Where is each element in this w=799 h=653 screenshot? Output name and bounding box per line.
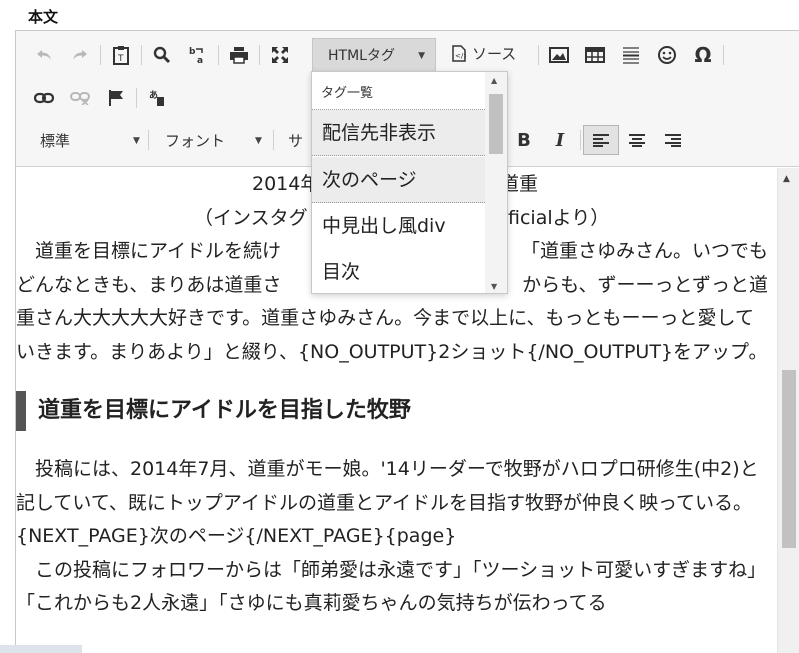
toolbar-separator (100, 45, 101, 65)
dropdown-item[interactable]: 中見出し風div (312, 203, 487, 249)
scroll-up-icon[interactable]: ▲ (491, 76, 497, 85)
anchor-flag-icon[interactable] (98, 83, 134, 113)
table-icon[interactable] (577, 40, 613, 70)
chevron-down-icon: ▼ (133, 136, 140, 146)
italic-icon[interactable]: I (542, 125, 578, 155)
dropdown-scrollbar[interactable]: ▲ ▼ (485, 72, 507, 293)
toolbar-separator (273, 130, 274, 150)
toolbar-separator (259, 45, 260, 65)
toolbar-row-2: あ (26, 81, 175, 115)
paragraph-text: 道重を目標にアイドルを続け (16, 240, 282, 262)
svg-text:</>: </> (455, 52, 466, 60)
paragraph-1-rest: 重さん大大大大大好きです。道重さゆみさん。今まで以上に、もっともーーっと愛してい… (16, 307, 768, 363)
dropdown-item[interactable]: 配信先非表示 (312, 110, 487, 156)
toolbar-separator (148, 130, 149, 150)
toolbar-row-3-right: B I (506, 123, 691, 157)
toolbar-separator (218, 45, 219, 65)
smiley-icon[interactable] (649, 40, 685, 70)
format-select[interactable]: 標準 ▼ (26, 125, 146, 155)
align-left-icon[interactable] (583, 125, 619, 155)
source-document-icon: </> (452, 44, 466, 62)
chevron-down-icon: ▼ (255, 136, 262, 146)
print-icon[interactable] (221, 40, 257, 70)
paragraph-text: どんなときも、まりあは道重さ (16, 273, 282, 296)
align-center-icon[interactable] (619, 125, 655, 155)
paragraph-text: からも、ずーーっとずっと道 (522, 273, 768, 296)
link-icon[interactable] (26, 83, 62, 113)
svg-text:a: a (197, 56, 203, 65)
bold-icon[interactable]: B (506, 125, 542, 155)
dropdown-item[interactable]: 目次 (312, 249, 487, 293)
maximize-icon[interactable] (262, 40, 298, 70)
format-select-label: 標準 (40, 131, 71, 150)
svg-text:あ: あ (149, 90, 158, 101)
source-label: ソース (472, 44, 517, 63)
paragraph-3: この投稿にフォロワーからは「師弟愛は永遠です」「ツーショット可愛いすぎますね」「… (16, 558, 767, 615)
caption-text-right: ficialより） (508, 206, 610, 229)
toolbar-row-3: 標準 ▼ フォント ▼ サ (26, 123, 316, 157)
paragraph-2: 投稿には、2014年7月、道重がモー娘。'14リーダーで牧野がハロプロ研修生(中… (16, 458, 759, 547)
source-button[interactable]: </> ソース (452, 38, 516, 68)
size-select-label: サ (288, 131, 304, 150)
body-section-label: 本文 (28, 8, 59, 26)
toolbar-row-1-right: Ω (536, 38, 726, 72)
caption-text-left: 2014年 (252, 173, 320, 195)
dropdown-title: タグ一覧 (312, 72, 487, 110)
scroll-down-icon[interactable]: ▼ (491, 282, 497, 291)
toolbar-separator (538, 45, 539, 65)
replace-icon[interactable]: ba (180, 40, 216, 70)
font-select[interactable]: フォント ▼ (151, 125, 271, 155)
toolbar-separator (136, 88, 137, 108)
scroll-up-icon[interactable]: ▲ (783, 174, 790, 184)
toolbar-separator (580, 130, 581, 150)
font-select-label: フォント (165, 131, 226, 150)
svg-text:T: T (117, 54, 124, 64)
paste-text-icon[interactable]: T (103, 40, 139, 70)
image-icon[interactable] (541, 40, 577, 70)
redo-icon[interactable] (62, 40, 98, 70)
toolbar-separator (723, 45, 724, 65)
html-tag-dropdown-panel: タグ一覧 配信先非表示 次のページ 中見出し風div 目次 ▲ ▼ (311, 71, 508, 294)
section-heading: 道重を目標にアイドルを目指した牧野 (16, 391, 778, 431)
dropdown-scrollbar-thumb[interactable] (489, 94, 503, 154)
search-icon[interactable] (144, 40, 180, 70)
bottom-strip (0, 645, 82, 653)
html-tag-dropdown[interactable]: HTMLタグ ▼ (312, 38, 436, 72)
horizontal-rule-icon[interactable] (613, 40, 649, 70)
svg-text:b: b (189, 47, 196, 57)
language-direction-icon[interactable]: あ (139, 83, 175, 113)
unlink-icon[interactable] (62, 83, 98, 113)
undo-icon[interactable] (26, 40, 62, 70)
html-tag-label: HTMLタグ (328, 48, 395, 64)
align-right-icon[interactable] (655, 125, 691, 155)
paragraph-text: 「道重さゆみさん。いつでも (520, 240, 768, 262)
size-select[interactable]: サ (276, 125, 316, 155)
chevron-down-icon: ▼ (418, 51, 425, 61)
content-scrollbar[interactable]: ▲ (777, 168, 799, 653)
toolbar-separator (141, 45, 142, 65)
dropdown-item[interactable]: 次のページ (312, 157, 487, 203)
special-character-icon[interactable]: Ω (685, 40, 721, 70)
caption-text-left: （インスタグ (194, 206, 308, 229)
scrollbar-thumb[interactable] (782, 370, 796, 548)
